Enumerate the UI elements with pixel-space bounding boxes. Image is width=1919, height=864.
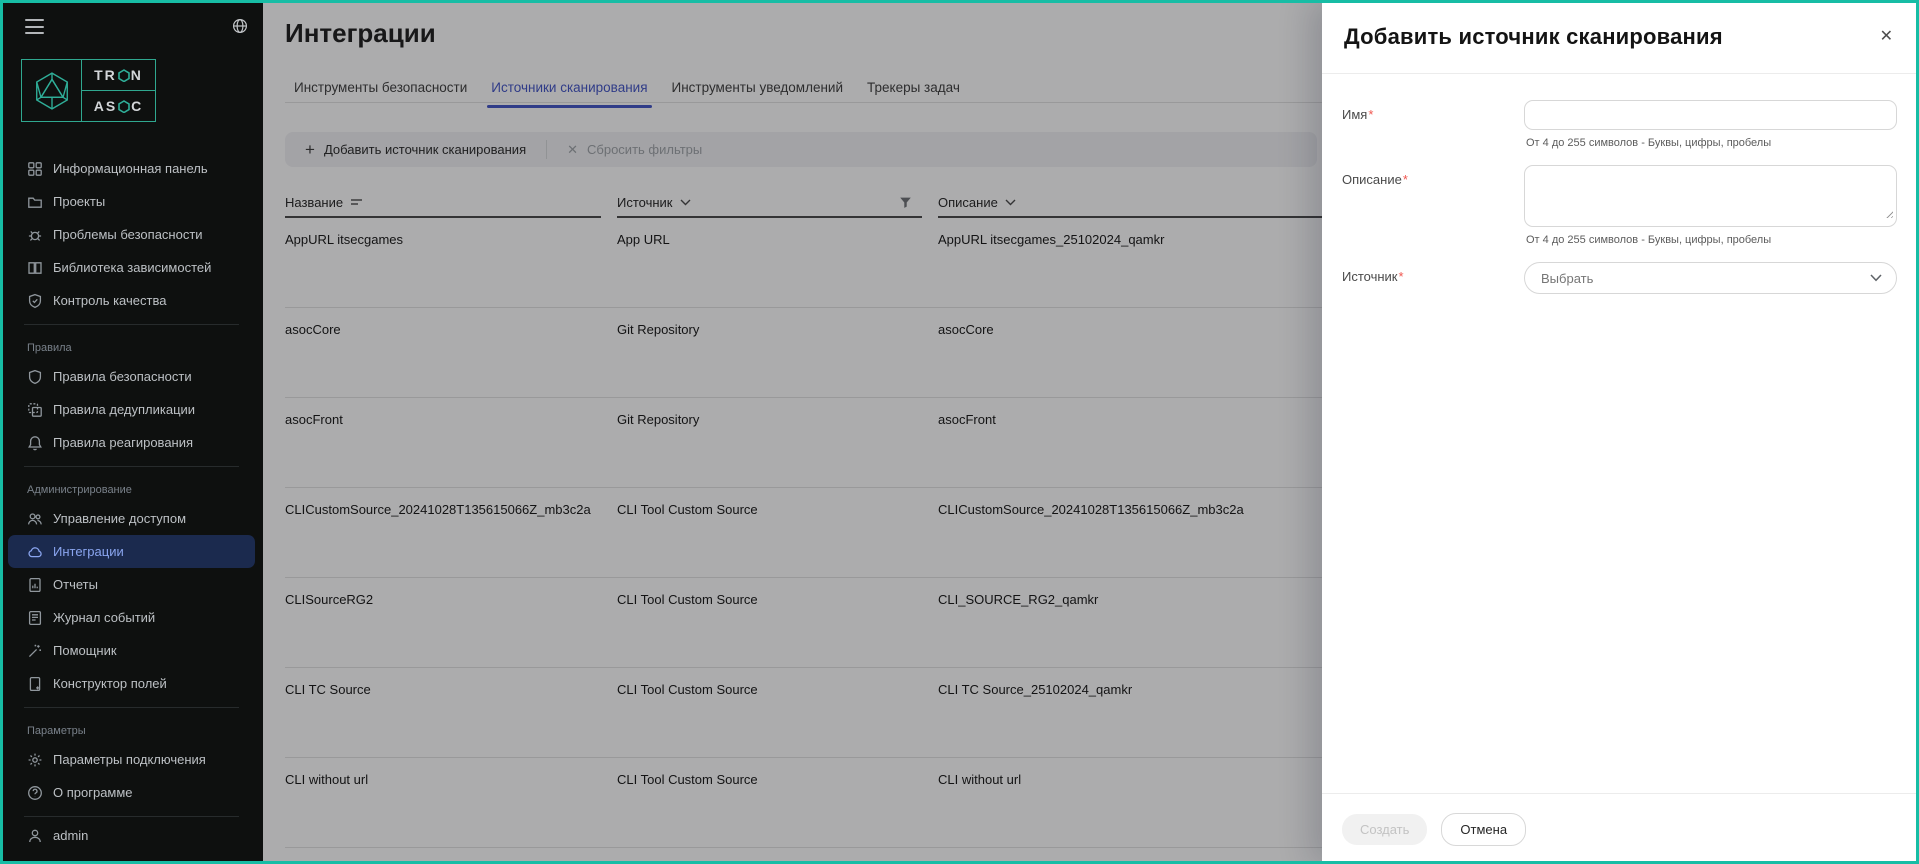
sidebar: TRN ASC Информационная панель Проекты Пр…: [0, 0, 263, 864]
hamburger-menu-icon[interactable]: [25, 19, 44, 34]
report-icon: [27, 577, 43, 593]
required-asterisk: *: [1368, 107, 1373, 122]
sidebar-item-field-builder[interactable]: Конструктор полей: [0, 667, 263, 700]
sidebar-item-label: Информационная панель: [53, 161, 208, 176]
wand-icon: [27, 643, 43, 659]
hexagon-o-icon: [118, 69, 130, 82]
sidebar-item-label: Отчеты: [53, 577, 98, 592]
sidebar-item-dedup-rules[interactable]: Правила дедупликации: [0, 393, 263, 426]
sidebar-item-label: Параметры подключения: [53, 752, 206, 767]
sidebar-item-response-rules[interactable]: Правила реагирования: [0, 426, 263, 459]
user-icon: [27, 828, 43, 844]
required-asterisk: *: [1399, 269, 1404, 284]
sidebar-item-label: Управление доступом: [53, 511, 186, 526]
brand-line-asoc: ASC: [82, 91, 155, 121]
brand-line-tron: TRN: [82, 60, 155, 91]
sidebar-item-label: Правила дедупликации: [53, 402, 195, 417]
form-group-description: Описание* От 4 до 255 символов - Буквы, …: [1342, 165, 1897, 246]
shield-icon: [27, 369, 43, 385]
section-label-parameters: Параметры: [0, 715, 263, 743]
users-icon: [27, 511, 43, 527]
close-icon[interactable]: ✕: [1876, 25, 1897, 49]
sidebar-item-about[interactable]: О программе: [0, 776, 263, 809]
sidebar-item-label: Помощник: [53, 643, 117, 658]
sidebar-item-label: Библиотека зависимостей: [53, 260, 211, 275]
sidebar-item-event-log[interactable]: Журнал событий: [0, 601, 263, 634]
section-label-administration: Администрирование: [0, 474, 263, 502]
field-builder-icon: [27, 676, 43, 692]
sidebar-item-label: Правила реагирования: [53, 435, 193, 450]
source-select[interactable]: Выбрать: [1524, 262, 1897, 294]
sidebar-item-label: Контроль качества: [53, 293, 166, 308]
divider: [24, 324, 239, 325]
sidebar-item-reports[interactable]: Отчеты: [0, 568, 263, 601]
drawer-body: Имя* От 4 до 255 символов - Буквы, цифры…: [1322, 74, 1919, 294]
sidebar-item-projects[interactable]: Проекты: [0, 185, 263, 218]
drawer-footer: Создать Отмена: [1322, 793, 1919, 864]
drawer-title: Добавить источник сканирования: [1344, 24, 1723, 50]
sidebar-item-label: Интеграции: [53, 544, 124, 559]
sidebar-item-label: Проекты: [53, 194, 105, 209]
divider: [24, 816, 239, 817]
add-scan-source-drawer: Добавить источник сканирования ✕ Имя* От…: [1322, 0, 1919, 864]
name-field-label: Имя*: [1342, 100, 1524, 149]
question-icon: [27, 785, 43, 801]
dedup-icon: [27, 402, 43, 418]
sidebar-nav: Информационная панель Проекты Проблемы б…: [0, 152, 263, 824]
modal-scrim[interactable]: [263, 0, 1322, 864]
hexagon-o-icon: [118, 100, 130, 113]
cancel-button[interactable]: Отмена: [1441, 813, 1526, 846]
required-asterisk: *: [1403, 172, 1408, 187]
sidebar-item-assistant[interactable]: Помощник: [0, 634, 263, 667]
user-menu[interactable]: admin: [0, 819, 263, 852]
globe-icon[interactable]: [232, 18, 248, 39]
description-textarea[interactable]: [1524, 165, 1897, 227]
sidebar-item-security-issues[interactable]: Проблемы безопасности: [0, 218, 263, 251]
description-field-label: Описание*: [1342, 165, 1524, 246]
sidebar-item-label: Проблемы безопасности: [53, 227, 203, 242]
description-field-hint: От 4 до 255 символов - Буквы, цифры, про…: [1524, 234, 1897, 246]
username: admin: [53, 828, 88, 843]
dashboard-icon: [27, 161, 43, 177]
source-select-placeholder: Выбрать: [1541, 271, 1593, 286]
create-button[interactable]: Создать: [1342, 814, 1427, 845]
name-input[interactable]: [1524, 100, 1897, 130]
brand-logo: TRN ASC: [21, 59, 156, 122]
form-group-name: Имя* От 4 до 255 символов - Буквы, цифры…: [1342, 100, 1897, 149]
sidebar-item-dashboard[interactable]: Информационная панель: [0, 152, 263, 185]
sidebar-item-dependency-library[interactable]: Библиотека зависимостей: [0, 251, 263, 284]
bell-icon: [27, 435, 43, 451]
sidebar-item-access-management[interactable]: Управление доступом: [0, 502, 263, 535]
chevron-down-icon: [1870, 274, 1882, 282]
sidebar-item-quality-control[interactable]: Контроль качества: [0, 284, 263, 317]
polyhedron-logo-icon: [22, 60, 82, 121]
divider: [24, 707, 239, 708]
divider: [24, 466, 239, 467]
section-label-rules: Правила: [0, 332, 263, 360]
name-field-hint: От 4 до 255 символов - Буквы, цифры, про…: [1524, 137, 1897, 149]
sidebar-item-security-rules[interactable]: Правила безопасности: [0, 360, 263, 393]
form-group-source: Источник* Выбрать: [1342, 262, 1897, 294]
source-field-label: Источник*: [1342, 262, 1524, 294]
gear-icon: [27, 752, 43, 768]
sidebar-item-label: Журнал событий: [53, 610, 155, 625]
bug-icon: [27, 227, 43, 243]
app-window: TRN ASC Информационная панель Проекты Пр…: [0, 0, 1919, 864]
book-icon: [27, 260, 43, 276]
journal-icon: [27, 610, 43, 626]
sidebar-item-label: Правила безопасности: [53, 369, 192, 384]
sidebar-item-label: О программе: [53, 785, 133, 800]
sidebar-item-label: Конструктор полей: [53, 676, 167, 691]
shield-check-icon: [27, 293, 43, 309]
sidebar-item-integrations[interactable]: Интеграции: [8, 535, 255, 568]
folder-icon: [27, 194, 43, 210]
drawer-header: Добавить источник сканирования ✕: [1322, 0, 1919, 74]
sidebar-item-connection-settings[interactable]: Параметры подключения: [0, 743, 263, 776]
integration-icon: [27, 544, 43, 560]
